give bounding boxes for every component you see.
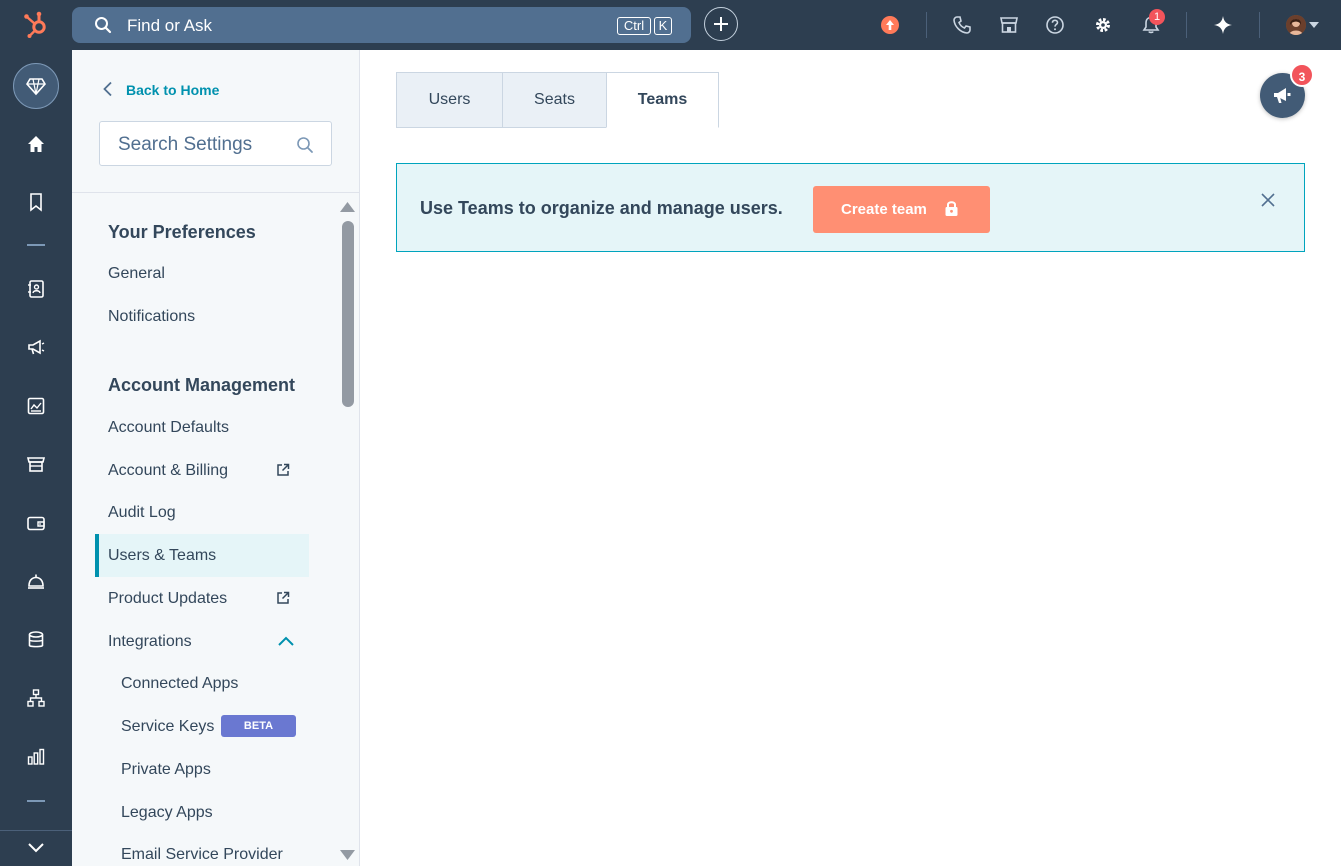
nav-item-audit-log[interactable]: Audit Log xyxy=(108,504,176,522)
search-icon xyxy=(297,137,313,153)
nav-item-general[interactable]: General xyxy=(108,265,165,283)
bookmark-icon[interactable] xyxy=(25,191,47,213)
nav-item-product-updates[interactable]: Product Updates xyxy=(108,590,227,608)
automation-hierarchy-icon[interactable] xyxy=(25,687,47,709)
scroll-up-arrow-icon[interactable] xyxy=(340,202,355,212)
home-icon[interactable] xyxy=(25,133,47,155)
nav-item-account-billing[interactable]: Account & Billing xyxy=(108,462,228,480)
marketplace-icon[interactable] xyxy=(997,13,1021,37)
nav-subitem-service-keys[interactable]: Service Keys xyxy=(121,718,214,736)
nav-subitem-legacy-apps[interactable]: Legacy Apps xyxy=(121,804,213,822)
toolbar-divider xyxy=(926,12,927,38)
rail-divider xyxy=(27,800,45,802)
nav-subitem-connected-apps[interactable]: Connected Apps xyxy=(121,675,238,693)
section-title-your-preferences: Your Preferences xyxy=(108,222,256,242)
wallet-icon[interactable] xyxy=(25,512,47,534)
rail-divider xyxy=(27,244,45,246)
account-menu-caret-icon[interactable] xyxy=(1309,22,1319,28)
settings-search-input[interactable]: Search Settings xyxy=(99,121,332,166)
service-bell-icon[interactable] xyxy=(25,570,47,592)
toolbar-divider xyxy=(1186,12,1187,38)
tab-users[interactable]: Users xyxy=(396,72,503,128)
calling-icon[interactable] xyxy=(950,13,974,37)
chevron-left-icon xyxy=(103,81,112,97)
notifications-count-badge: 1 xyxy=(1149,9,1165,25)
settings-nav-list: Your Preferences General Notifications A… xyxy=(72,193,336,866)
teams-info-banner: Use Teams to organize and manage users. … xyxy=(396,163,1305,252)
lock-icon xyxy=(945,201,958,216)
create-new-button[interactable] xyxy=(704,7,738,41)
beta-badge: BETA xyxy=(221,715,296,737)
shortcut-key-k: K xyxy=(654,17,672,35)
data-database-icon[interactable] xyxy=(25,629,47,651)
chevron-up-icon[interactable] xyxy=(277,635,295,647)
commerce-icon[interactable] xyxy=(25,453,47,475)
diamond-icon xyxy=(25,75,47,97)
create-team-label: Create team xyxy=(841,201,927,218)
nav-subitem-email-service-provider[interactable]: Email Service Provider xyxy=(121,846,283,864)
tab-seats[interactable]: Seats xyxy=(502,72,607,128)
upgrade-icon[interactable] xyxy=(881,16,899,34)
expand-rail-button[interactable] xyxy=(0,830,72,867)
nav-item-notifications[interactable]: Notifications xyxy=(108,308,195,326)
main-navigation-rail xyxy=(0,50,72,866)
search-icon xyxy=(94,16,112,34)
chevron-down-icon xyxy=(28,843,44,853)
settings-sidebar: Back to Home Search Settings Your Prefer… xyxy=(72,50,360,866)
external-link-icon xyxy=(276,591,290,605)
ai-assistant-sparkle-icon[interactable] xyxy=(1211,13,1235,37)
user-avatar[interactable] xyxy=(1286,15,1306,35)
back-to-home-label: Back to Home xyxy=(126,82,220,98)
announcements-count-badge: 3 xyxy=(1290,63,1314,87)
top-navigation-bar: Find or Ask Ctrl K 1 xyxy=(0,0,1341,50)
content-icon[interactable] xyxy=(25,395,47,417)
banner-message: Use Teams to organize and manage users. xyxy=(420,198,783,218)
settings-gear-icon[interactable] xyxy=(1091,13,1115,37)
toolbar-divider xyxy=(1259,12,1260,38)
shortcut-key-ctrl: Ctrl xyxy=(617,17,651,35)
global-search-bar[interactable]: Find or Ask Ctrl K xyxy=(72,7,691,43)
nav-subitem-private-apps[interactable]: Private Apps xyxy=(121,761,211,779)
scroll-down-arrow-icon[interactable] xyxy=(340,850,355,860)
nav-item-integrations[interactable]: Integrations xyxy=(108,633,192,651)
tab-teams[interactable]: Teams xyxy=(606,72,719,128)
megaphone-icon xyxy=(1274,88,1291,103)
hubspot-logo-icon[interactable] xyxy=(22,10,52,40)
marketing-megaphone-icon[interactable] xyxy=(25,336,47,358)
contacts-icon[interactable] xyxy=(25,278,47,300)
nav-item-users-teams[interactable]: Users & Teams xyxy=(108,547,216,565)
external-link-icon xyxy=(276,463,290,477)
section-title-account-management: Account Management xyxy=(108,375,296,395)
create-team-button[interactable]: Create team xyxy=(813,186,990,233)
nav-item-account-defaults[interactable]: Account Defaults xyxy=(108,419,229,437)
settings-search-placeholder: Search Settings xyxy=(118,134,253,155)
reporting-chart-icon[interactable] xyxy=(25,746,47,768)
active-nav-indicator xyxy=(95,534,99,577)
help-icon[interactable] xyxy=(1043,13,1067,37)
close-icon[interactable] xyxy=(1261,193,1275,207)
sidebar-scrollbar-thumb[interactable] xyxy=(342,221,354,407)
global-search-placeholder: Find or Ask xyxy=(127,16,213,35)
rail-item-bookmarks-diamond[interactable] xyxy=(13,63,59,109)
